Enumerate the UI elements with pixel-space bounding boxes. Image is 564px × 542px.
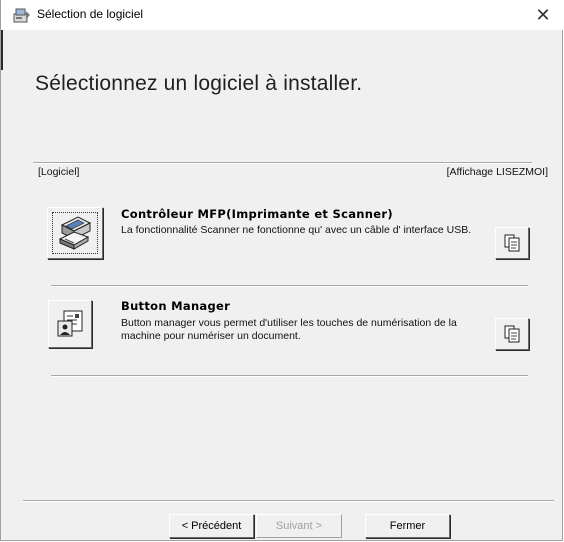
- next-button[interactable]: Suivant >: [256, 514, 342, 538]
- column-header-readme: [Affichage LISEZMOI]: [446, 166, 548, 178]
- item-title-button-manager: Button Manager: [121, 299, 231, 313]
- divider: [51, 285, 528, 287]
- close-button[interactable]: Fermer: [365, 514, 450, 538]
- item-title-mfp: Contrôleur MFP(Imprimante et Scanner): [121, 207, 393, 221]
- dialog-window: Sélection de logiciel ✕ Sélectionnez un …: [0, 0, 564, 541]
- window-title: Sélection de logiciel: [37, 7, 144, 21]
- close-icon[interactable]: ✕: [521, 0, 564, 30]
- divider: [51, 375, 528, 377]
- footer-divider: [23, 500, 554, 502]
- previous-button[interactable]: < Précédent: [169, 514, 254, 538]
- column-header-software: [Logiciel]: [38, 166, 80, 178]
- button-manager-icon: [57, 310, 83, 337]
- item-description-button-manager: Button manager vous permet d'utiliser le…: [121, 317, 457, 342]
- install-mfp-driver-button[interactable]: [47, 207, 103, 259]
- divider: [33, 162, 532, 164]
- item-description-mfp: La fonctionnalité Scanner ne fonctionne …: [121, 224, 472, 236]
- readme-button-button-manager[interactable]: [495, 318, 529, 350]
- install-button-manager-button[interactable]: [48, 300, 92, 348]
- page-title: Sélectionnez un logiciel à installer.: [35, 72, 363, 95]
- software-install-icon: [13, 8, 30, 23]
- title-bar[interactable]: Sélection de logiciel ✕: [1, 0, 564, 30]
- readme-button-mfp[interactable]: [495, 227, 529, 259]
- document-icon: [504, 234, 520, 252]
- focus-ring: [52, 212, 98, 254]
- document-icon: [504, 325, 520, 343]
